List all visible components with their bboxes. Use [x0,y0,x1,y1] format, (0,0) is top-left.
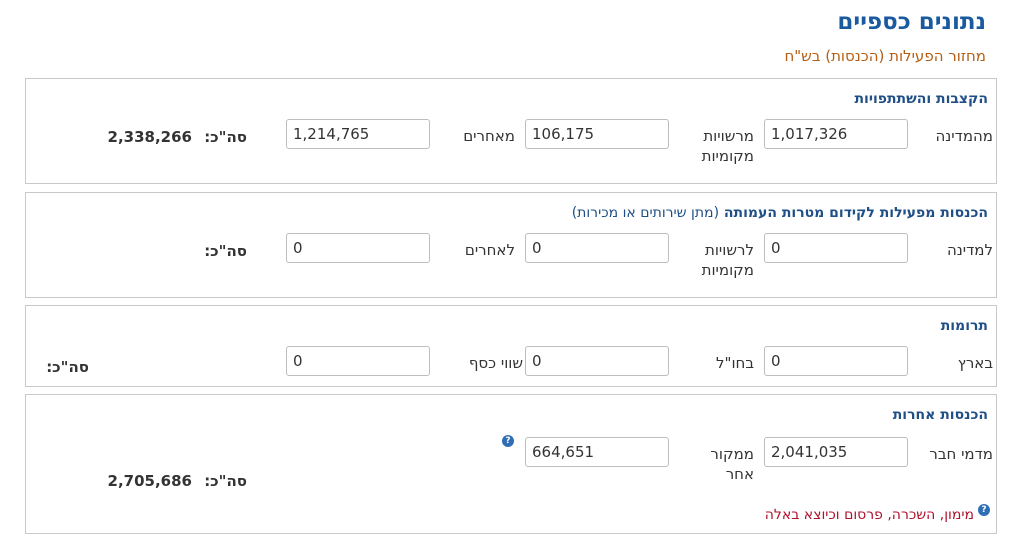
section-title-note: (מתן שירותים או מכירות) [571,205,720,221]
others-amount-input[interactable] [286,119,430,149]
field-label-to-state: למדינה [946,241,993,259]
field-label-to-others: לאחרים [464,241,515,259]
field-label-domestic: בארץ [957,354,993,372]
local-authorities-amount-input[interactable] [525,119,669,149]
field-label-to-local-authorities: לרשויות מקומיות [701,241,754,279]
field-label-state: מהמדינה [935,127,993,145]
field-label-others: מאחרים [463,127,515,145]
section-grants: הקצבות והשתתפויות מהמדינה מרשויות מקומיו… [25,78,997,184]
domestic-amount-input[interactable] [764,346,908,376]
field-label-membership-fees: מדמי חבר [929,445,993,463]
total-value: 2,705,686 [107,472,192,490]
section-title-main: הכנסות מפעילות לקידום מטרות העמותה [723,205,988,221]
total-label: סה"כ: [204,128,247,146]
section-activity-income: הכנסות מפעילות לקידום מטרות העמותה (מתן … [25,192,997,298]
section-other-income: הכנסות אחרות מדמי חבר ממקור אחר ? סה"כ: … [25,394,997,534]
total-value: 2,338,266 [107,128,192,146]
other-source-amount-input[interactable] [525,437,669,467]
abroad-amount-input[interactable] [525,346,669,376]
section-title: הכנסות מפעילות לקידום מטרות העמותה (מתן … [572,205,988,221]
to-state-amount-input[interactable] [764,233,908,263]
to-local-authorities-amount-input[interactable] [525,233,669,263]
in-kind-amount-input[interactable] [286,346,430,376]
help-icon[interactable]: ? [502,435,514,447]
field-label-other-source: ממקור אחר [710,445,754,483]
to-others-amount-input[interactable] [286,233,430,263]
total-label: סה"כ: [46,358,89,376]
field-label-abroad: בחו"ל [716,354,754,372]
total-label: סה"כ: [204,472,247,490]
field-label-local-authorities: מרשויות מקומיות [701,127,754,165]
page-title: נתונים כספיים [837,9,986,35]
total-label: סה"כ: [204,242,247,260]
page-subtitle: מחזור הפעילות (הכנסות) בש"ח [784,47,986,65]
section-title: הכנסות אחרות [892,407,988,423]
other-income-explanation-link[interactable]: מימון, השכרה, פרסום וכיוצא באלה [765,507,974,523]
section-title: הקצבות והשתתפויות [854,91,988,107]
section-donations: תרומות בארץ בחו"ל שווי כסף סה"כ: [25,305,997,387]
help-icon[interactable]: ? [978,504,990,516]
state-amount-input[interactable] [764,119,908,149]
section-title: תרומות [940,318,988,334]
membership-fees-amount-input[interactable] [764,437,908,467]
field-label-in-kind: שווי כסף [468,354,523,372]
